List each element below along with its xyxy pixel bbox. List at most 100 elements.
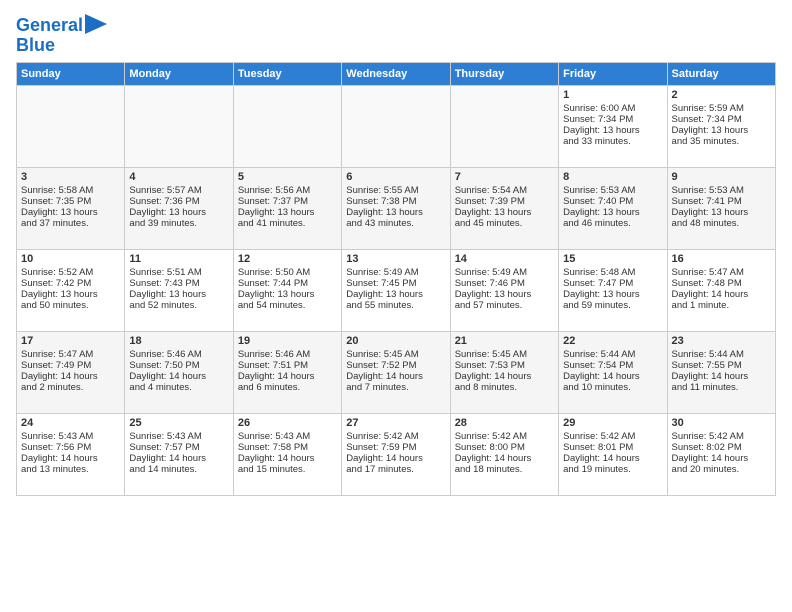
header-tuesday: Tuesday <box>233 62 341 85</box>
day-info: Daylight: 14 hours <box>129 453 228 464</box>
day-info: Sunset: 7:37 PM <box>238 196 337 207</box>
day-info: Daylight: 13 hours <box>21 289 120 300</box>
day-info: Daylight: 13 hours <box>21 207 120 218</box>
day-info: and 6 minutes. <box>238 382 337 393</box>
day-number: 11 <box>129 253 228 265</box>
day-info: Daylight: 14 hours <box>455 371 554 382</box>
week-row-1: 1Sunrise: 6:00 AMSunset: 7:34 PMDaylight… <box>17 85 776 167</box>
day-number: 21 <box>455 335 554 347</box>
day-info: Sunrise: 5:50 AM <box>238 267 337 278</box>
day-info: Sunrise: 5:43 AM <box>129 431 228 442</box>
day-number: 8 <box>563 171 662 183</box>
day-info: and 2 minutes. <box>21 382 120 393</box>
day-number: 28 <box>455 417 554 429</box>
day-info: Sunrise: 5:44 AM <box>672 349 771 360</box>
day-info: Sunrise: 5:56 AM <box>238 185 337 196</box>
day-info: Sunset: 7:48 PM <box>672 278 771 289</box>
day-info: Daylight: 13 hours <box>672 207 771 218</box>
day-cell: 4Sunrise: 5:57 AMSunset: 7:36 PMDaylight… <box>125 167 233 249</box>
day-info: Sunset: 7:59 PM <box>346 442 445 453</box>
day-info: Sunset: 7:40 PM <box>563 196 662 207</box>
day-info: Daylight: 13 hours <box>238 207 337 218</box>
day-info: Sunset: 7:56 PM <box>21 442 120 453</box>
day-info: Sunset: 7:51 PM <box>238 360 337 371</box>
day-cell: 25Sunrise: 5:43 AMSunset: 7:57 PMDayligh… <box>125 413 233 495</box>
day-cell: 30Sunrise: 5:42 AMSunset: 8:02 PMDayligh… <box>667 413 775 495</box>
day-cell <box>17 85 125 167</box>
day-info: and 50 minutes. <box>21 300 120 311</box>
day-cell: 16Sunrise: 5:47 AMSunset: 7:48 PMDayligh… <box>667 249 775 331</box>
day-info: Sunrise: 6:00 AM <box>563 103 662 114</box>
day-info: Sunrise: 5:52 AM <box>21 267 120 278</box>
calendar-table: SundayMondayTuesdayWednesdayThursdayFrid… <box>16 62 776 496</box>
day-info: Sunset: 7:47 PM <box>563 278 662 289</box>
day-info: Sunrise: 5:42 AM <box>346 431 445 442</box>
header-friday: Friday <box>559 62 667 85</box>
day-number: 14 <box>455 253 554 265</box>
day-info: and 17 minutes. <box>346 464 445 475</box>
day-info: and 52 minutes. <box>129 300 228 311</box>
day-info: Sunset: 8:01 PM <box>563 442 662 453</box>
day-info: Daylight: 14 hours <box>455 453 554 464</box>
day-info: Sunrise: 5:45 AM <box>346 349 445 360</box>
logo: General Blue <box>16 16 107 56</box>
day-number: 15 <box>563 253 662 265</box>
day-info: and 4 minutes. <box>129 382 228 393</box>
day-info: Daylight: 13 hours <box>129 289 228 300</box>
week-row-4: 17Sunrise: 5:47 AMSunset: 7:49 PMDayligh… <box>17 331 776 413</box>
day-cell: 2Sunrise: 5:59 AMSunset: 7:34 PMDaylight… <box>667 85 775 167</box>
day-info: and 1 minute. <box>672 300 771 311</box>
day-info: Daylight: 14 hours <box>563 371 662 382</box>
day-number: 22 <box>563 335 662 347</box>
day-number: 23 <box>672 335 771 347</box>
day-number: 19 <box>238 335 337 347</box>
header: General Blue <box>16 16 776 56</box>
day-info: and 20 minutes. <box>672 464 771 475</box>
day-number: 29 <box>563 417 662 429</box>
day-info: Sunset: 7:57 PM <box>129 442 228 453</box>
day-info: and 19 minutes. <box>563 464 662 475</box>
day-cell: 13Sunrise: 5:49 AMSunset: 7:45 PMDayligh… <box>342 249 450 331</box>
day-number: 30 <box>672 417 771 429</box>
day-info: Sunrise: 5:47 AM <box>672 267 771 278</box>
day-info: Daylight: 13 hours <box>129 207 228 218</box>
day-info: and 35 minutes. <box>672 136 771 147</box>
day-info: Sunset: 7:46 PM <box>455 278 554 289</box>
day-info: Daylight: 14 hours <box>21 453 120 464</box>
header-saturday: Saturday <box>667 62 775 85</box>
day-info: Sunset: 7:41 PM <box>672 196 771 207</box>
day-info: Sunrise: 5:49 AM <box>346 267 445 278</box>
day-info: Sunset: 8:00 PM <box>455 442 554 453</box>
day-info: Daylight: 13 hours <box>563 207 662 218</box>
day-info: Sunrise: 5:48 AM <box>563 267 662 278</box>
day-cell: 6Sunrise: 5:55 AMSunset: 7:38 PMDaylight… <box>342 167 450 249</box>
day-cell <box>342 85 450 167</box>
day-info: Daylight: 14 hours <box>129 371 228 382</box>
day-info: Sunrise: 5:47 AM <box>21 349 120 360</box>
day-info: and 59 minutes. <box>563 300 662 311</box>
day-info: Daylight: 13 hours <box>672 125 771 136</box>
day-info: Sunset: 7:36 PM <box>129 196 228 207</box>
day-info: and 7 minutes. <box>346 382 445 393</box>
day-cell: 3Sunrise: 5:58 AMSunset: 7:35 PMDaylight… <box>17 167 125 249</box>
day-number: 24 <box>21 417 120 429</box>
day-number: 5 <box>238 171 337 183</box>
day-info: and 39 minutes. <box>129 218 228 229</box>
day-info: Sunrise: 5:46 AM <box>129 349 228 360</box>
day-info: and 14 minutes. <box>129 464 228 475</box>
day-info: Sunrise: 5:54 AM <box>455 185 554 196</box>
day-info: Daylight: 14 hours <box>563 453 662 464</box>
day-number: 2 <box>672 89 771 101</box>
day-info: Daylight: 13 hours <box>563 289 662 300</box>
day-info: Sunrise: 5:42 AM <box>672 431 771 442</box>
day-info: Sunrise: 5:49 AM <box>455 267 554 278</box>
day-info: Sunrise: 5:53 AM <box>672 185 771 196</box>
day-info: Sunset: 7:35 PM <box>21 196 120 207</box>
day-cell: 19Sunrise: 5:46 AMSunset: 7:51 PMDayligh… <box>233 331 341 413</box>
week-row-3: 10Sunrise: 5:52 AMSunset: 7:42 PMDayligh… <box>17 249 776 331</box>
day-info: and 55 minutes. <box>346 300 445 311</box>
day-info: and 11 minutes. <box>672 382 771 393</box>
day-info: Daylight: 14 hours <box>238 371 337 382</box>
day-number: 27 <box>346 417 445 429</box>
day-cell: 14Sunrise: 5:49 AMSunset: 7:46 PMDayligh… <box>450 249 558 331</box>
